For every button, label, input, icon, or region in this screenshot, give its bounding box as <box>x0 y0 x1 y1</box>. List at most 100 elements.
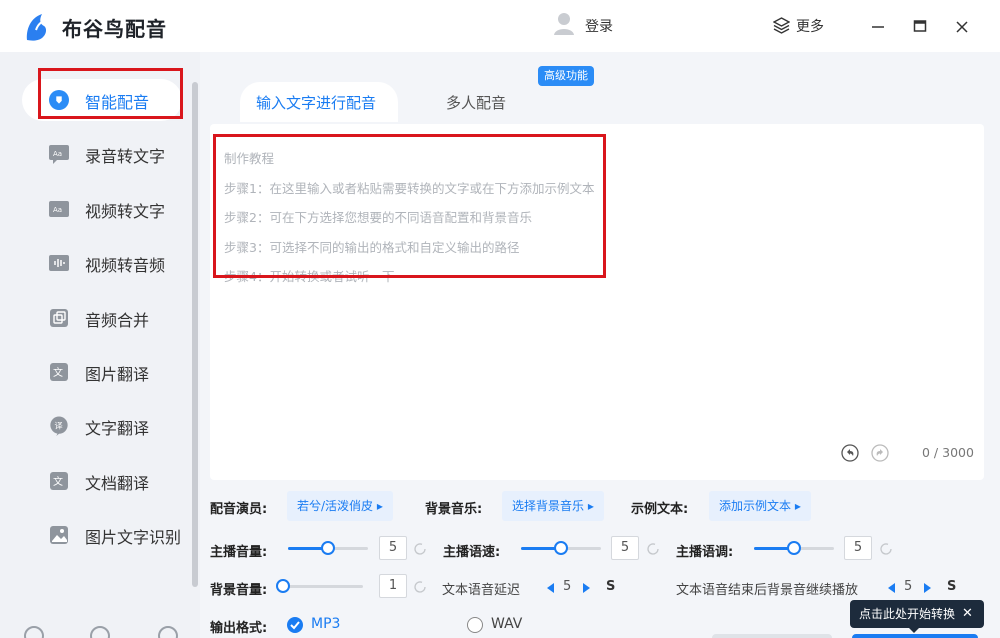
decrease-arrow-icon[interactable] <box>886 582 896 594</box>
video-to-audio-icon <box>49 255 69 271</box>
volume-value[interactable]: 5 <box>379 536 407 560</box>
sidebar-item-ocr[interactable]: 图片文字识别 <box>22 514 182 556</box>
sidebar-item-label: 视频转音频 <box>85 256 166 275</box>
app-title: 布谷鸟配音 <box>62 17 167 41</box>
layers-icon[interactable] <box>773 17 790 34</box>
login-link[interactable]: 登录 <box>585 16 613 36</box>
format-wav-label[interactable]: WAV <box>491 616 522 632</box>
reset-icon[interactable] <box>413 542 427 556</box>
preview-button[interactable] <box>712 634 832 638</box>
increase-arrow-icon[interactable] <box>582 582 592 594</box>
slider-knob[interactable] <box>276 579 290 593</box>
delay-label: 文本语音延迟 <box>442 583 521 598</box>
guide-title: 制作教程 <box>224 151 275 166</box>
sidebar-scrollbar[interactable] <box>192 82 198 587</box>
sidebar-item-video-to-text[interactable]: Aa 视频转文字 <box>22 188 182 230</box>
doc-translate-icon: 文 <box>50 472 68 490</box>
sidebar-item-label: 图片翻译 <box>85 365 150 384</box>
slider-knob[interactable] <box>554 541 568 555</box>
volume-label: 主播音量: <box>210 545 268 560</box>
voice-actor-label: 配音演员: <box>210 502 268 517</box>
audio-to-text-icon: Aa <box>49 145 69 164</box>
image-translate-icon: 文 <box>50 363 68 381</box>
continue-value: 5 <box>904 579 913 594</box>
tab-text-dubbing[interactable]: 输入文字进行配音 <box>240 82 398 122</box>
sidebar-item-label: 图片文字识别 <box>85 528 182 547</box>
voice-icon <box>49 90 69 110</box>
volume-slider[interactable] <box>288 540 368 556</box>
sidebar-item-smart-dubbing[interactable]: 智能配音 <box>22 79 182 121</box>
video-to-text-icon: Aa <box>49 201 69 217</box>
delay-unit: S <box>606 579 616 594</box>
sidebar-item-label: 智能配音 <box>85 93 150 112</box>
svg-text:文: 文 <box>53 475 63 488</box>
speed-value[interactable]: 5 <box>611 536 639 560</box>
sidebar-item-label: 文档翻译 <box>85 474 150 493</box>
text-editor[interactable]: 制作教程 步骤1：在这里输入或者粘贴需要转换的文字或在下方添加示例文本 步骤2：… <box>210 124 984 480</box>
sidebar-item-text-translate[interactable]: 译 文字翻译 <box>22 405 182 447</box>
continue-unit: S <box>947 579 957 594</box>
sidebar-item-label: 录音转文字 <box>85 147 166 166</box>
start-tooltip: 点击此处开始转换 ✕ <box>850 600 984 628</box>
cuckoo-logo-icon <box>26 14 48 41</box>
format-label: 输出格式: <box>210 621 268 636</box>
svg-text:Aa: Aa <box>53 150 62 158</box>
merge-icon <box>50 309 68 327</box>
sidebar-item-audio-merge[interactable]: 音频合并 <box>22 297 182 339</box>
bg-volume-value[interactable]: 1 <box>379 574 407 598</box>
bg-volume-slider[interactable] <box>276 578 363 594</box>
reset-icon[interactable] <box>879 542 893 556</box>
svg-text:Aa: Aa <box>53 206 62 214</box>
undo-icon[interactable] <box>841 444 859 462</box>
sidebar-item-audio-to-text[interactable]: Aa 录音转文字 <box>22 133 182 175</box>
bgm-select[interactable]: 选择背景音乐 ▸ <box>502 491 604 521</box>
checkmark-icon <box>290 621 300 630</box>
sidebar-item-image-translate[interactable]: 文 图片翻译 <box>22 351 182 393</box>
decrease-arrow-icon[interactable] <box>545 582 555 594</box>
bgm-label: 背景音乐: <box>425 502 483 517</box>
svg-text:译: 译 <box>54 421 62 431</box>
minimize-icon[interactable] <box>866 14 890 38</box>
text-translate-icon: 译 <box>50 416 68 436</box>
svg-text:文: 文 <box>53 366 63 379</box>
pitch-slider[interactable] <box>754 540 834 556</box>
more-menu[interactable]: 更多 <box>796 16 824 36</box>
slider-knob[interactable] <box>787 541 801 555</box>
user-avatar-icon[interactable] <box>553 12 575 36</box>
pitch-value[interactable]: 5 <box>844 536 872 560</box>
ocr-icon <box>50 526 68 544</box>
sidebar-item-doc-translate[interactable]: 文 文档翻译 <box>22 460 182 502</box>
slider-knob[interactable] <box>321 541 335 555</box>
title-bar: 布谷鸟配音 登录 更多 <box>0 0 1000 52</box>
character-count: 0 / 3000 <box>922 445 974 460</box>
pitch-label: 主播语调: <box>676 545 734 560</box>
reset-icon[interactable] <box>413 580 427 594</box>
premium-badge: 高级功能 <box>538 66 594 86</box>
sidebar-item-label: 音频合并 <box>85 311 150 330</box>
voice-actor-select[interactable]: 若兮/活泼俏皮 ▸ <box>287 491 393 521</box>
guide-step: 步骤4：开始转换或者试听一下 <box>224 269 395 284</box>
start-convert-button[interactable] <box>852 634 978 638</box>
speed-label: 主播语速: <box>443 545 501 560</box>
close-icon[interactable] <box>950 14 974 38</box>
increase-arrow-icon[interactable] <box>923 582 933 594</box>
tab-label: 多人配音 <box>446 94 507 112</box>
format-wav-radio[interactable] <box>467 617 483 633</box>
continue-label: 文本语音结束后背景音继续播放 <box>676 583 859 598</box>
reset-icon[interactable] <box>646 542 660 556</box>
tooltip-close-icon[interactable]: ✕ <box>962 600 973 628</box>
editor-placeholder-guide: 制作教程 步骤1：在这里输入或者粘贴需要转换的文字或在下方添加示例文本 步骤2：… <box>224 144 594 292</box>
tooltip-arrow <box>908 627 920 633</box>
maximize-icon[interactable] <box>908 14 932 38</box>
sample-text-select[interactable]: 添加示例文本 ▸ <box>709 491 811 521</box>
sidebar-item-video-to-audio[interactable]: 视频转音频 <box>22 242 182 284</box>
tab-multi-dubbing[interactable]: 多人配音 <box>400 82 550 122</box>
speed-slider[interactable] <box>521 540 601 556</box>
format-mp3-radio[interactable] <box>287 617 303 633</box>
guide-step: 步骤2：可在下方选择您想要的不同语音配置和背景音乐 <box>224 210 532 225</box>
redo-icon[interactable] <box>871 444 889 462</box>
bg-volume-label: 背景音量: <box>210 583 268 598</box>
sidebar-item-label: 视频转文字 <box>85 202 166 221</box>
guide-step: 步骤1：在这里输入或者粘贴需要转换的文字或在下方添加示例文本 <box>224 180 595 196</box>
format-mp3-label[interactable]: MP3 <box>311 616 340 632</box>
